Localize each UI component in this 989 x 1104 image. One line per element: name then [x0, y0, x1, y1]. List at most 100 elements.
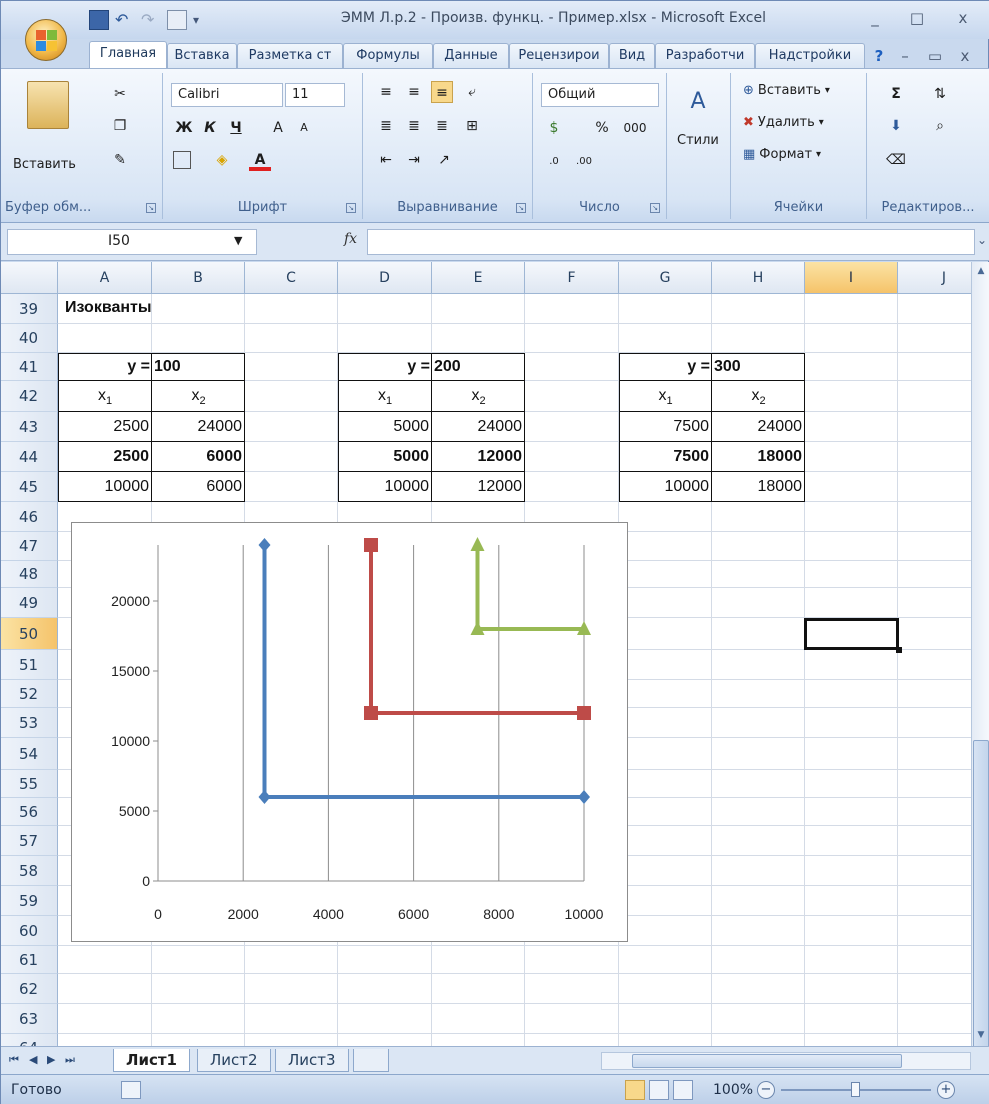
- first-sheet-icon[interactable]: ⏮: [9, 1053, 19, 1067]
- next-sheet-icon[interactable]: ▶: [47, 1053, 55, 1066]
- tab-developer[interactable]: Разработчи: [655, 43, 755, 69]
- row-header-41[interactable]: 41: [1, 353, 58, 381]
- table-header-x1[interactable]: x1: [338, 387, 432, 407]
- sheet-heading[interactable]: Изокванты: [65, 299, 152, 317]
- grow-font-button[interactable]: A: [267, 117, 289, 139]
- shrink-font-button[interactable]: A: [293, 117, 315, 139]
- row-header-61[interactable]: 61: [1, 946, 58, 974]
- page-layout-view-icon[interactable]: [649, 1080, 669, 1100]
- row-header-39[interactable]: 39: [1, 294, 58, 324]
- row-header-62[interactable]: 62: [1, 974, 58, 1004]
- percent-button[interactable]: %: [591, 117, 613, 139]
- find-select-icon[interactable]: ⌕: [929, 115, 951, 137]
- tab-formulas[interactable]: Формулы: [343, 43, 433, 69]
- column-header-c[interactable]: C: [245, 262, 338, 294]
- sheet-tab-2[interactable]: Лист2: [197, 1049, 271, 1072]
- table-header-x2[interactable]: x2: [152, 387, 245, 407]
- maximize-button[interactable]: □: [903, 7, 931, 29]
- column-header-g[interactable]: G: [619, 262, 712, 294]
- row-header-63[interactable]: 63: [1, 1004, 58, 1034]
- fill-color-icon[interactable]: ◈: [211, 149, 233, 171]
- table-y-label[interactable]: y =: [619, 358, 710, 376]
- cut-icon[interactable]: ✂: [109, 83, 131, 105]
- column-header-d[interactable]: D: [338, 262, 432, 294]
- bold-button[interactable]: Ж: [173, 117, 195, 139]
- zoom-slider-knob[interactable]: [851, 1082, 860, 1097]
- paste-button[interactable]: Вставить: [13, 157, 76, 172]
- wrap-text-icon[interactable]: ⤶: [461, 81, 483, 103]
- active-cell-i50[interactable]: [804, 618, 902, 653]
- table-y-label[interactable]: y =: [338, 358, 430, 376]
- zoom-slider[interactable]: [781, 1082, 931, 1097]
- align-middle-icon[interactable]: ≡: [403, 81, 425, 103]
- column-header-a[interactable]: A: [58, 262, 152, 294]
- print-icon[interactable]: [167, 10, 187, 30]
- table-header-x2[interactable]: x2: [712, 387, 805, 407]
- table-cell[interactable]: 5000: [338, 448, 429, 466]
- row-header-47[interactable]: 47: [1, 532, 58, 561]
- table-y-value[interactable]: 300: [714, 358, 741, 376]
- save-icon[interactable]: [89, 10, 109, 30]
- row-header-64[interactable]: 64: [1, 1034, 58, 1046]
- increase-indent-icon[interactable]: ⇥: [403, 149, 425, 171]
- row-header-52[interactable]: 52: [1, 680, 58, 708]
- sheet-tab-1[interactable]: Лист1: [113, 1049, 190, 1072]
- underline-button[interactable]: Ч: [225, 117, 247, 139]
- align-center-icon[interactable]: ≣: [403, 115, 425, 137]
- sort-filter-icon[interactable]: ⇅: [929, 83, 951, 105]
- font-size-select[interactable]: 11: [285, 83, 345, 107]
- table-cell[interactable]: 24000: [432, 418, 523, 436]
- paste-icon[interactable]: [27, 81, 69, 129]
- redo-icon[interactable]: ↷: [141, 10, 161, 30]
- customize-qat-icon[interactable]: ▾: [193, 10, 213, 30]
- currency-icon[interactable]: $: [543, 117, 565, 139]
- table-y-value[interactable]: 200: [434, 358, 461, 376]
- table-cell[interactable]: 6000: [152, 478, 242, 496]
- name-box[interactable]: I50 ▼: [7, 229, 257, 255]
- scroll-down-icon[interactable]: ▼: [974, 1028, 988, 1042]
- table-cell[interactable]: 18000: [712, 448, 803, 466]
- row-header-45[interactable]: 45: [1, 472, 58, 502]
- number-launcher-icon[interactable]: ↘: [650, 203, 660, 213]
- row-header-42[interactable]: 42: [1, 381, 58, 412]
- row-header-56[interactable]: 56: [1, 798, 58, 826]
- table-cell[interactable]: 12000: [432, 448, 523, 466]
- page-break-view-icon[interactable]: [673, 1080, 693, 1100]
- decrease-decimal-icon[interactable]: .00: [573, 151, 595, 173]
- autosum-button[interactable]: Σ: [885, 83, 907, 105]
- alignment-launcher-icon[interactable]: ↘: [516, 203, 526, 213]
- undo-icon[interactable]: ↶: [115, 10, 135, 30]
- table-cell[interactable]: 2500: [58, 418, 149, 436]
- table-y-value[interactable]: 100: [154, 358, 181, 376]
- row-header-55[interactable]: 55: [1, 770, 58, 798]
- table-cell[interactable]: 18000: [712, 478, 803, 496]
- tab-addins[interactable]: Надстройки: [755, 43, 865, 69]
- sheet-tab-3[interactable]: Лист3: [275, 1049, 349, 1072]
- prev-sheet-icon[interactable]: ◀: [29, 1053, 37, 1066]
- table-cell[interactable]: 7500: [619, 448, 709, 466]
- fill-icon[interactable]: ⬇: [885, 115, 907, 137]
- align-left-icon[interactable]: ≣: [375, 115, 397, 137]
- row-header-57[interactable]: 57: [1, 826, 58, 856]
- row-header-48[interactable]: 48: [1, 561, 58, 588]
- tab-insert[interactable]: Вставка: [167, 43, 237, 69]
- row-header-54[interactable]: 54: [1, 738, 58, 770]
- vertical-scroll-thumb[interactable]: [973, 740, 989, 1055]
- horizontal-scrollbar[interactable]: [601, 1052, 971, 1070]
- row-header-40[interactable]: 40: [1, 324, 58, 353]
- thousands-button[interactable]: 000: [619, 117, 651, 139]
- row-header-60[interactable]: 60: [1, 916, 58, 946]
- font-name-select[interactable]: Calibri: [171, 83, 283, 107]
- row-header-51[interactable]: 51: [1, 650, 58, 680]
- format-cells-button[interactable]: ▦ Формат ▾: [743, 147, 821, 162]
- vertical-scrollbar[interactable]: ▲ ▼: [971, 262, 989, 1055]
- insert-function-button[interactable]: fx: [344, 231, 357, 247]
- column-header-f[interactable]: F: [525, 262, 619, 294]
- styles-icon[interactable]: A: [681, 85, 715, 119]
- tab-page-layout[interactable]: Разметка ст: [237, 43, 343, 69]
- clear-icon[interactable]: ⌫: [885, 149, 907, 171]
- tab-view[interactable]: Вид: [609, 43, 655, 69]
- table-cell[interactable]: 10000: [619, 478, 710, 496]
- table-cell[interactable]: 2500: [58, 448, 149, 466]
- delete-cells-button[interactable]: ✖ Удалить ▾: [743, 115, 824, 130]
